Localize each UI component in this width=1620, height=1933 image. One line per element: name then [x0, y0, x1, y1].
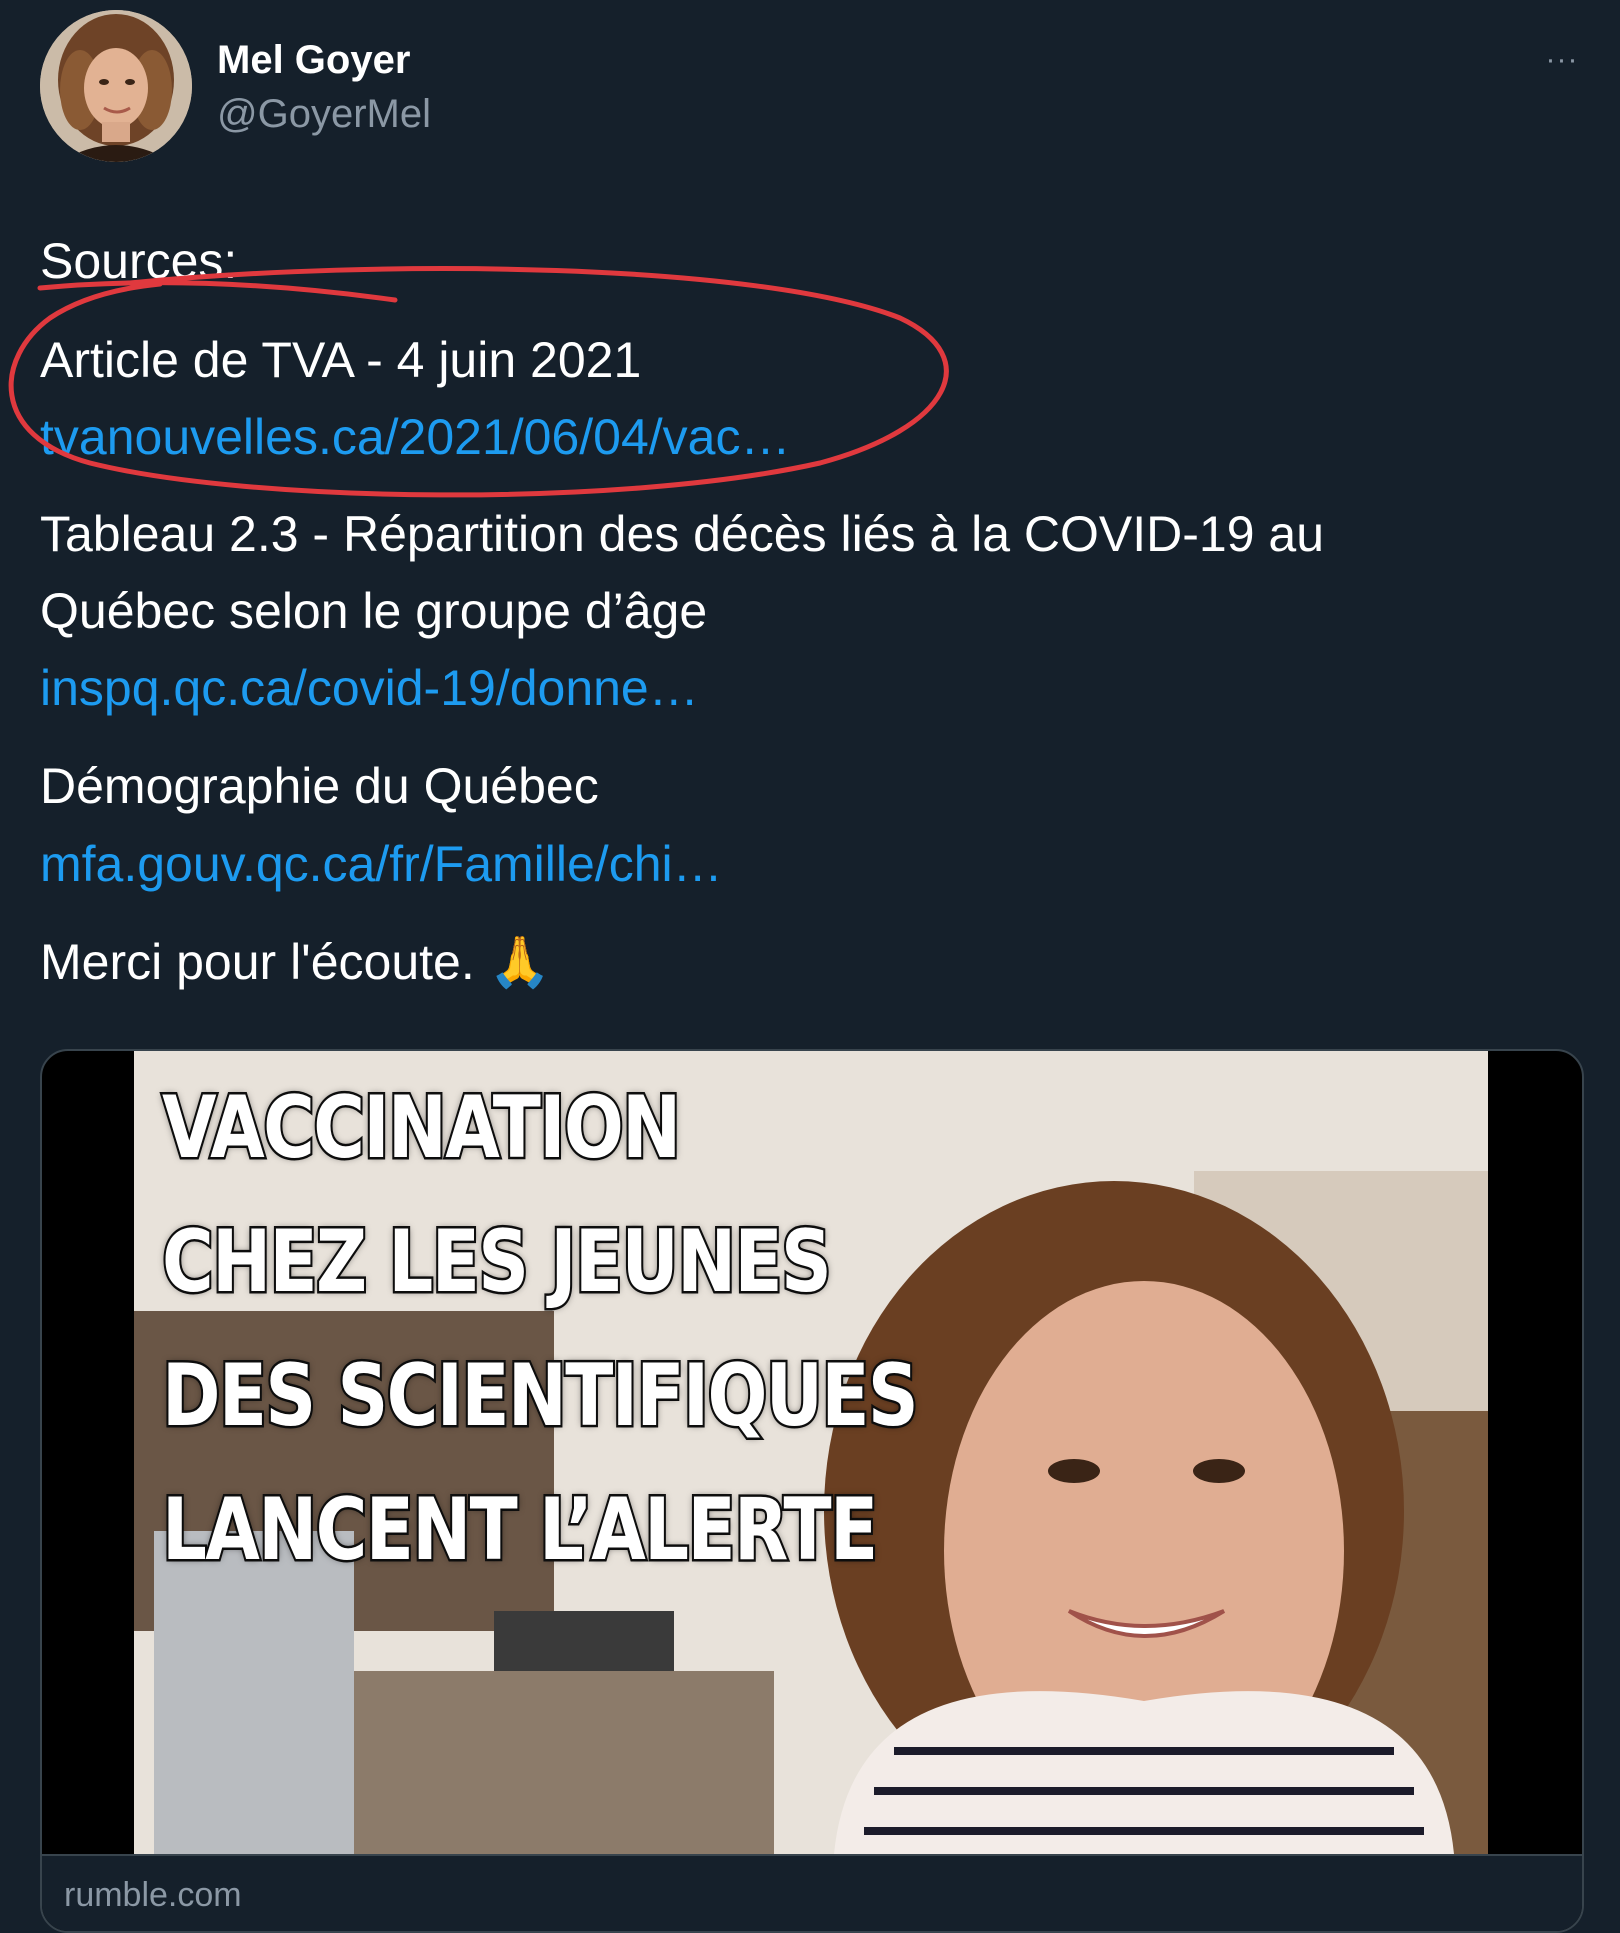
headline-line: DES SCIENTIFIQUES — [160, 1344, 921, 1449]
tableau-line-1: Tableau 2.3 - Répartition des décès liés… — [40, 506, 1325, 562]
author-handle[interactable]: @GoyerMel — [217, 92, 431, 137]
media-card[interactable]: VACCINATION CHEZ LES JEUNES DES SCIENTIF… — [40, 1049, 1584, 1933]
article-line: Article de TVA - 4 juin 2021 — [40, 332, 642, 388]
headline-line: VACCINATION — [160, 1076, 683, 1181]
sources-label: Sources: — [40, 233, 238, 289]
card-domain: rumble.com — [64, 1876, 242, 1914]
demographie-line: Démographie du Québec — [40, 758, 599, 814]
merci-text: Merci pour l'écoute. — [40, 934, 475, 990]
headline-line: CHEZ LES JEUNES — [160, 1210, 834, 1315]
merci-line: Merci pour l'écoute. 🙏 — [40, 932, 551, 992]
headline-line: LANCENT L’ALERTE — [160, 1478, 880, 1583]
video-thumbnail[interactable]: VACCINATION CHEZ LES JEUNES DES SCIENTIF… — [134, 1051, 1488, 1854]
more-horizontal-icon[interactable]: ··· — [1540, 40, 1584, 80]
author-display-name[interactable]: Mel Goyer — [217, 38, 410, 83]
avatar-photo — [40, 10, 192, 162]
tweet: Mel Goyer @GoyerMel ··· Sources: Article… — [0, 0, 1620, 1933]
link-tva[interactable]: tvanouvelles.ca/2021/06/04/vac… — [40, 407, 791, 467]
link-inspq[interactable]: inspq.qc.ca/covid-19/donne… — [40, 658, 699, 718]
tableau-line-2: Québec selon le groupe d’âge — [40, 583, 708, 639]
thumbnail-headline: VACCINATION CHEZ LES JEUNES DES SCIENTIF… — [160, 1061, 921, 1597]
avatar[interactable] — [40, 10, 192, 162]
folded-hands-icon: 🙏 — [488, 934, 551, 990]
link-mfa[interactable]: mfa.gouv.qc.ca/fr/Famille/chi… — [40, 834, 723, 894]
card-footer[interactable]: rumble.com — [42, 1854, 1582, 1931]
